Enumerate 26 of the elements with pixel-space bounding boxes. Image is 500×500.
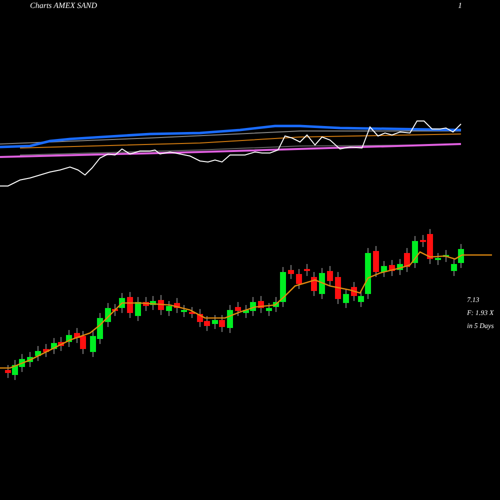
candlestick (227, 304, 233, 334)
candlestick (166, 300, 172, 316)
candlestick (127, 292, 133, 318)
candlestick (381, 260, 387, 278)
candlestick (43, 344, 49, 358)
candlestick (158, 294, 164, 316)
candlestick (335, 272, 341, 304)
chart-title: Charts AMEX SAND (30, 2, 97, 10)
chart-number: 1 (458, 2, 462, 10)
candlestick (135, 296, 141, 322)
candlestick (27, 352, 33, 368)
candlestick (288, 264, 294, 280)
candlestick (35, 346, 41, 362)
candlestick (66, 330, 72, 348)
candlestick (412, 236, 418, 268)
candlestick (435, 252, 441, 266)
candlestick (235, 302, 241, 316)
candlestick (343, 288, 349, 308)
candlestick (189, 306, 195, 318)
candlestick (443, 250, 449, 262)
candlestick (389, 260, 395, 276)
candlestick (319, 268, 325, 300)
candlestick (373, 246, 379, 278)
candlestick (296, 268, 302, 290)
candlestick (258, 296, 264, 314)
candlestick (327, 266, 333, 286)
